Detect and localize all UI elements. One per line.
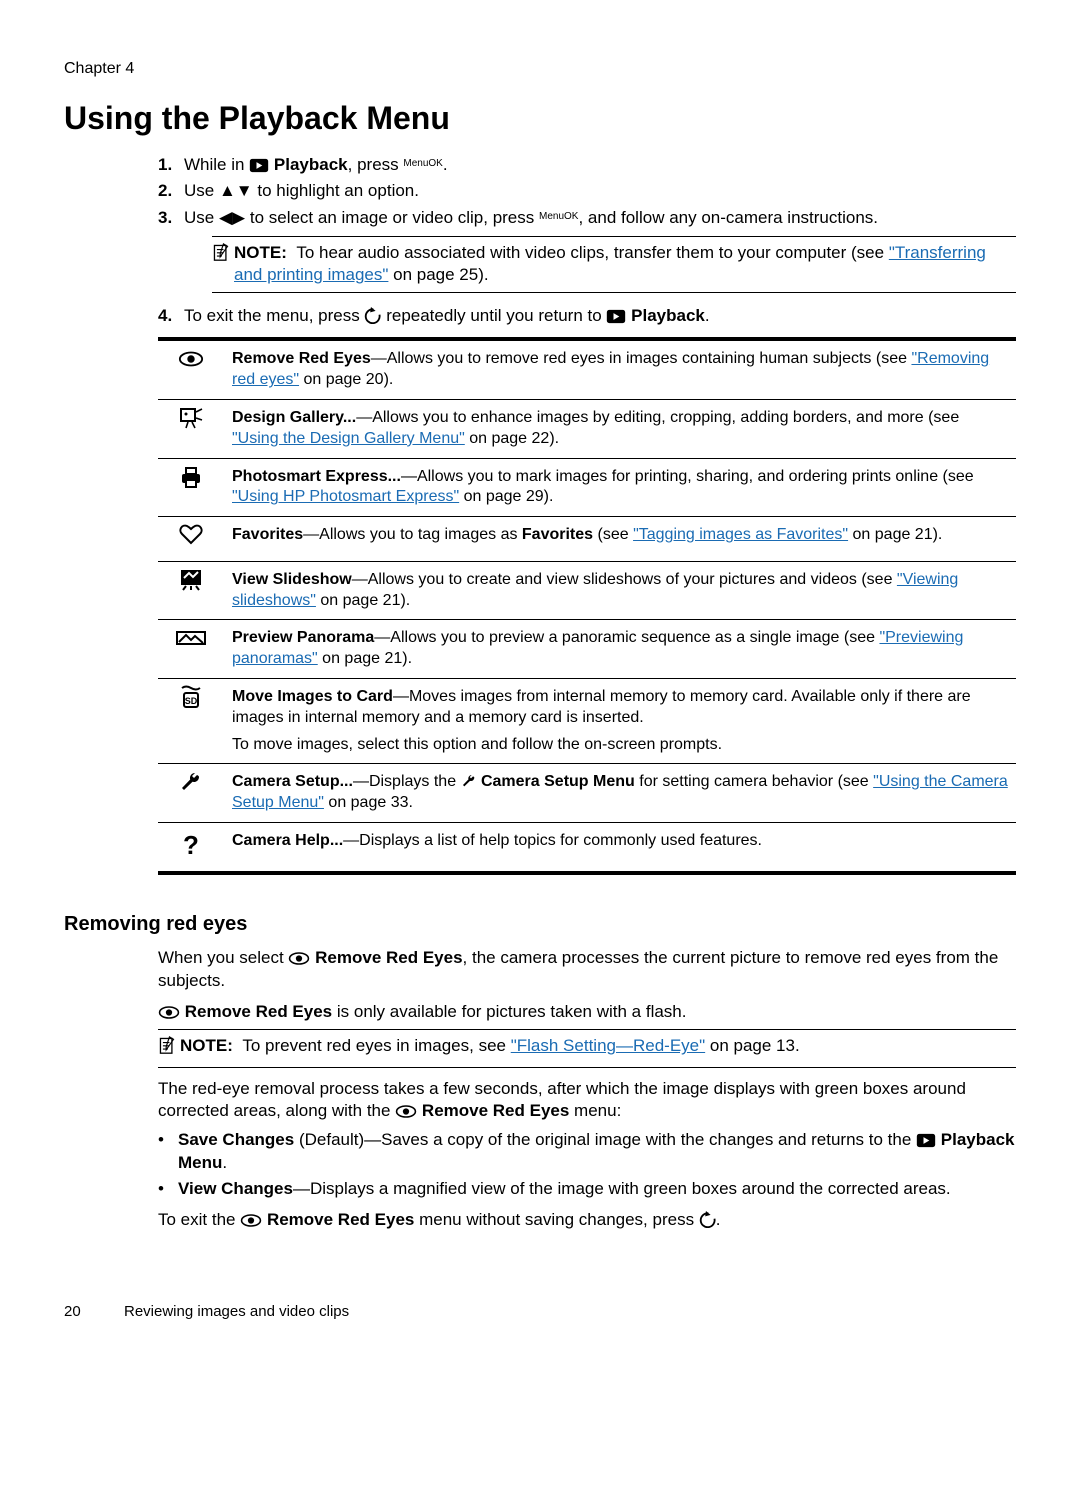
- note-box: NOTE: To hear audio associated with vide…: [212, 236, 1016, 293]
- page-number: 20: [64, 1302, 124, 1322]
- table-row: Move Images to Card—Moves images from in…: [158, 679, 1016, 764]
- playback-icon: [916, 1133, 936, 1148]
- chapter-label: Chapter 4: [64, 58, 1016, 79]
- up-down-icon: ▲▼: [219, 181, 253, 200]
- step-1: 1. While in Playback, press MenuOK.: [158, 154, 1016, 177]
- link-flash-red-eye[interactable]: "Flash Setting—Red-Eye": [511, 1036, 705, 1055]
- para: To exit the Remove Red Eyes menu without…: [158, 1209, 1016, 1232]
- footer-caption: Reviewing images and video clips: [124, 1303, 349, 1320]
- table-row: ? Camera Help...—Displays a list of help…: [158, 823, 1016, 873]
- design-gallery-icon: [158, 400, 222, 459]
- back-icon: [364, 307, 381, 324]
- wrench-icon: [158, 764, 222, 823]
- panorama-icon: [158, 620, 222, 679]
- note-box: NOTE: To prevent red eyes in images, see…: [158, 1029, 1016, 1068]
- table-row: Favorites—Allows you to tag images as Fa…: [158, 517, 1016, 562]
- table-row: Remove Red Eyes—Allows you to remove red…: [158, 339, 1016, 399]
- steps-list: 1. While in Playback, press MenuOK. 2. U…: [158, 154, 1016, 328]
- photosmart-icon: [158, 458, 222, 517]
- table-row: Photosmart Express...—Allows you to mark…: [158, 458, 1016, 517]
- playback-icon: [606, 309, 626, 324]
- page-title: Using the Playback Menu: [64, 97, 1016, 140]
- menu-ok-icon: MenuOK: [403, 159, 442, 168]
- playback-icon: [249, 158, 269, 173]
- link-favorites[interactable]: "Tagging images as Favorites": [633, 526, 848, 543]
- eye-icon: [288, 951, 310, 966]
- para: Remove Red Eyes is only available for pi…: [158, 1001, 1016, 1024]
- heart-icon: [158, 517, 222, 562]
- table-row: Design Gallery...—Allows you to enhance …: [158, 400, 1016, 459]
- table-row: Preview Panorama—Allows you to preview a…: [158, 620, 1016, 679]
- table-row: Camera Setup...—Displays the Camera Setu…: [158, 764, 1016, 823]
- step-2: 2. Use ▲▼ to highlight an option.: [158, 180, 1016, 203]
- eye-icon: [158, 1005, 180, 1020]
- note-icon: [158, 1035, 180, 1062]
- sd-card-icon: [158, 679, 222, 764]
- page-footer: 20Reviewing images and video clips: [64, 1302, 1016, 1322]
- list-item: •Save Changes (Default)—Saves a copy of …: [158, 1129, 1016, 1174]
- step-4: 4. To exit the menu, press repeatedly un…: [158, 305, 1016, 328]
- back-icon: [699, 1211, 716, 1228]
- eye-icon: [395, 1104, 417, 1119]
- slideshow-icon: [158, 561, 222, 620]
- table-row: View Slideshow—Allows you to create and …: [158, 561, 1016, 620]
- menu-ok-icon: MenuOK: [539, 212, 578, 221]
- left-right-icon: ◀▶: [219, 208, 245, 227]
- bullet-list: •Save Changes (Default)—Saves a copy of …: [158, 1129, 1016, 1201]
- para: When you select Remove Red Eyes, the cam…: [158, 947, 1016, 992]
- eye-icon: [240, 1213, 262, 1228]
- playback-menu-table: Remove Red Eyes—Allows you to remove red…: [158, 337, 1016, 874]
- eye-icon: [158, 339, 222, 399]
- list-item: •View Changes—Displays a magnified view …: [158, 1178, 1016, 1201]
- para: The red-eye removal process takes a few …: [158, 1078, 1016, 1123]
- help-icon: ?: [158, 823, 222, 873]
- sub-heading: Removing red eyes: [64, 911, 1016, 938]
- wrench-icon: [461, 773, 477, 789]
- note-icon: [212, 242, 234, 287]
- link-design-gallery[interactable]: "Using the Design Gallery Menu": [232, 430, 465, 447]
- link-photosmart[interactable]: "Using HP Photosmart Express": [232, 488, 459, 505]
- step-3: 3. Use ◀▶ to select an image or video cl…: [158, 207, 1016, 301]
